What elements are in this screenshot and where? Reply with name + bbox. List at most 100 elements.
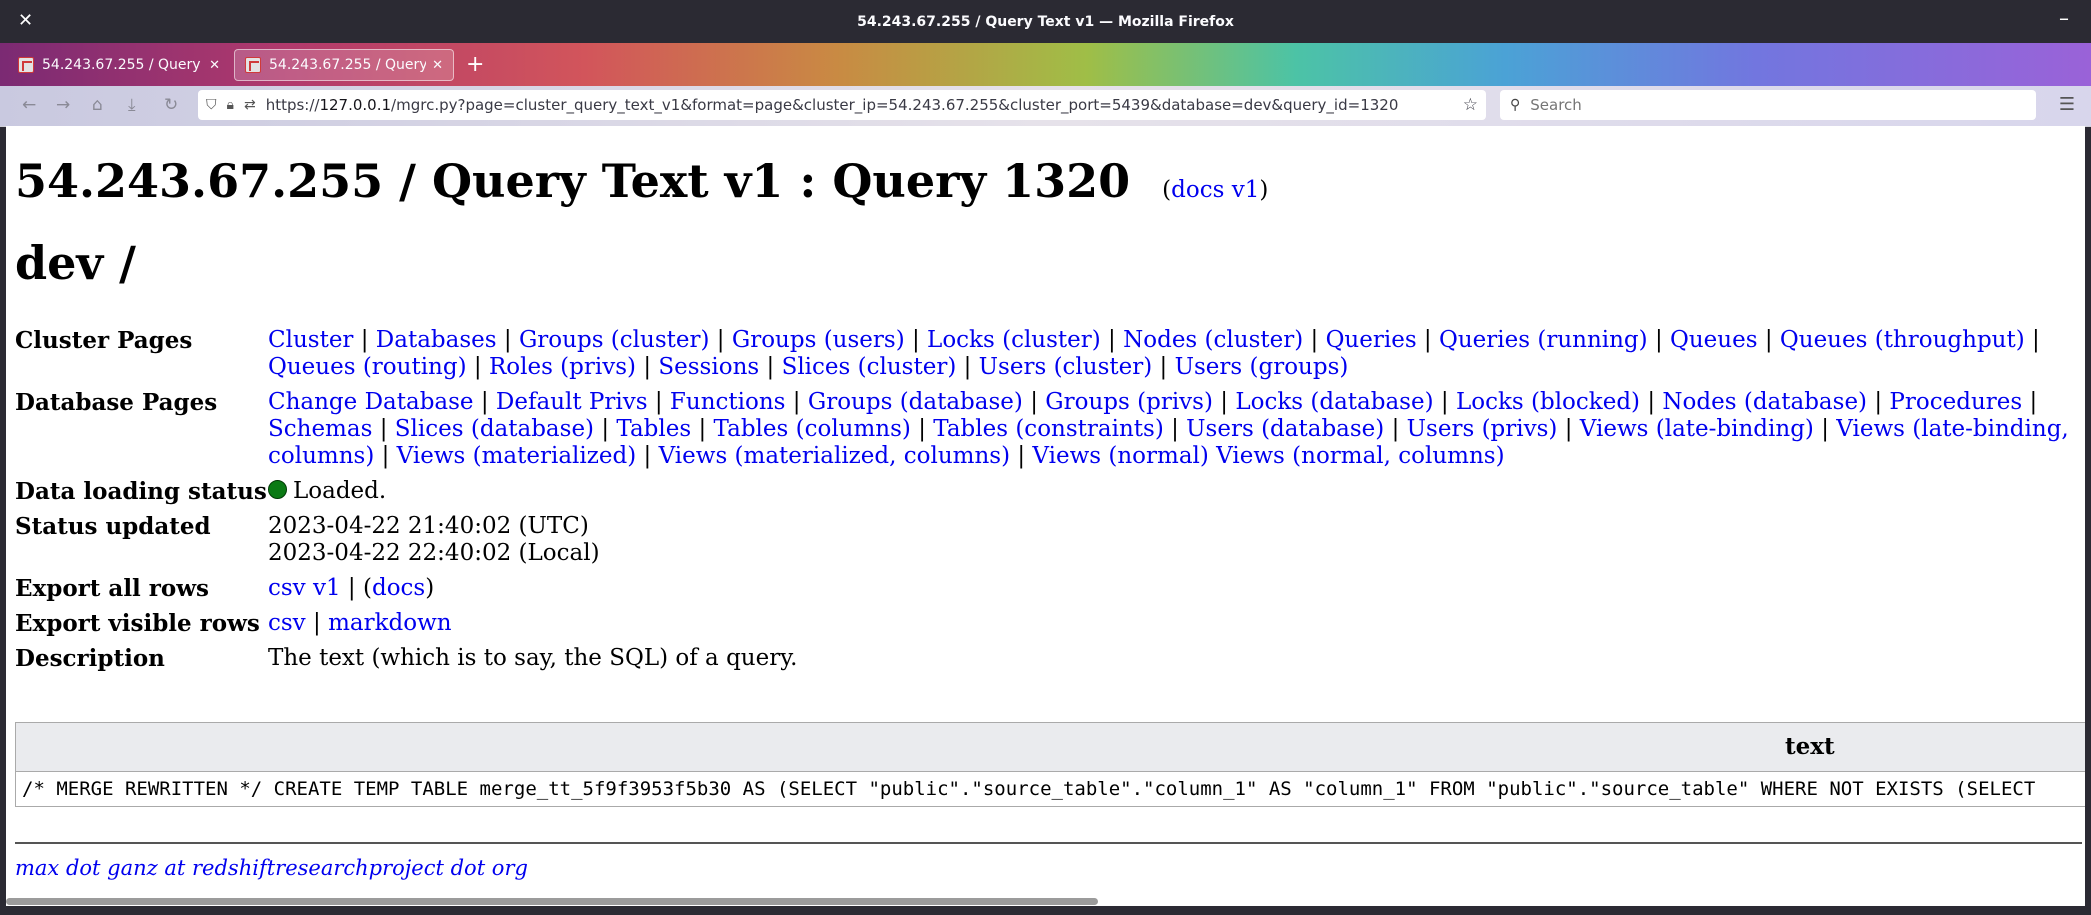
database-page-link[interactable]: Views (materialized, columns) xyxy=(659,443,1010,469)
database-page-link[interactable]: Functions xyxy=(670,389,786,415)
link-separator: | xyxy=(496,327,519,353)
link-separator: | xyxy=(956,354,979,380)
tab-label: 54.243.67.255 / Query Text v1 xyxy=(269,57,427,73)
status-local: 2023-04-22 22:40:02 (Local) xyxy=(268,540,600,566)
lock-icon[interactable]: 🔒︎ xyxy=(227,97,234,113)
cluster-page-link[interactable]: Queues (routing) xyxy=(268,354,467,380)
database-page-link[interactable]: Change Database xyxy=(268,389,474,415)
export-all-label: Export all rows xyxy=(15,575,210,602)
loading-status-value: Loaded. xyxy=(293,478,387,504)
link-separator: | xyxy=(466,354,489,380)
link-separator: | xyxy=(1557,416,1580,442)
link-separator: | xyxy=(1212,389,1236,415)
hamburger-menu-icon[interactable]: ☰ xyxy=(2059,94,2075,115)
home-icon[interactable]: ⌂ xyxy=(92,95,103,115)
database-page-link[interactable]: Tables xyxy=(616,416,691,442)
export-visible-csv-link[interactable]: csv xyxy=(268,610,306,636)
cluster-page-link[interactable]: Cluster xyxy=(268,327,353,353)
cluster-page-link[interactable]: Groups (cluster) xyxy=(519,327,710,353)
link-separator: | xyxy=(636,354,659,380)
cluster-page-link[interactable]: Users (cluster) xyxy=(979,354,1153,380)
back-icon[interactable]: ← xyxy=(22,95,36,115)
permissions-icon[interactable]: ⇄ xyxy=(244,97,256,113)
database-page-link[interactable]: Procedures xyxy=(1889,389,2022,415)
docs-v1-link[interactable]: docs v1 xyxy=(1171,177,1259,203)
horizontal-scrollbar[interactable] xyxy=(6,898,1098,905)
link-separator: | xyxy=(1757,327,1780,353)
close-tab-icon[interactable]: ✕ xyxy=(432,58,443,73)
export-docs-link[interactable]: docs xyxy=(372,575,425,601)
database-page-link[interactable]: Default Privs xyxy=(496,389,648,415)
search-input[interactable] xyxy=(1528,95,2013,115)
column-header-text[interactable]: text xyxy=(1785,733,1835,760)
cluster-page-link[interactable]: Queues (throughput) xyxy=(1780,327,2025,353)
link-separator: | xyxy=(691,416,714,442)
cluster-page-link[interactable]: Nodes (cluster) xyxy=(1123,327,1303,353)
reload-icon[interactable]: ↻ xyxy=(164,95,178,115)
new-tab-icon[interactable]: + xyxy=(466,52,484,77)
close-tab-icon[interactable]: ✕ xyxy=(209,58,220,73)
cluster-page-link[interactable]: Roles (privs) xyxy=(489,354,636,380)
database-page-link[interactable]: Slices (database) xyxy=(395,416,594,442)
cluster-page-link[interactable]: Slices (cluster) xyxy=(782,354,957,380)
cluster-page-link[interactable]: Sessions xyxy=(658,354,759,380)
tab-1[interactable]: 54.243.67.255 / Query Text v1 ✕ xyxy=(8,49,230,81)
export-visible-markdown-link[interactable]: markdown xyxy=(328,610,452,636)
database-page-link[interactable]: Views (late-binding) xyxy=(1580,416,1814,442)
link-separator: | xyxy=(1867,389,1890,415)
link-separator: | xyxy=(1303,327,1326,353)
cluster-page-link[interactable]: Databases xyxy=(376,327,497,353)
description-value: The text (which is to say, the SQL) of a… xyxy=(268,645,798,671)
downloads-icon[interactable]: ⤓ xyxy=(128,95,136,115)
database-page-link[interactable]: Nodes (database) xyxy=(1662,389,1867,415)
shield-icon[interactable]: ⛉ xyxy=(206,97,217,113)
tab-label: 54.243.67.255 / Query Text v1 xyxy=(42,57,203,73)
database-page-link[interactable]: Locks (blocked) xyxy=(1456,389,1640,415)
export-csv-v1-link[interactable]: csv v1 xyxy=(268,575,341,601)
status-utc: 2023-04-22 21:40:02 (UTC) xyxy=(268,513,589,539)
url-bar[interactable]: ⛉ 🔒︎ ⇄ https://127.0.0.1/mgrc.py?page=cl… xyxy=(198,90,1486,120)
link-separator: | xyxy=(709,327,732,353)
table-row: /* MERGE REWRITTEN */ CREATE TEMP TABLE … xyxy=(22,778,2036,800)
database-pages-label: Database Pages xyxy=(15,389,218,416)
forward-icon[interactable]: → xyxy=(56,95,70,115)
tab-2-active[interactable]: 54.243.67.255 / Query Text v1 ✕ xyxy=(234,49,454,81)
database-page-link[interactable]: Views (materialized) xyxy=(397,443,637,469)
cluster-page-link[interactable]: Locks (cluster) xyxy=(927,327,1101,353)
page-favicon-icon xyxy=(245,57,261,73)
url-text[interactable]: https://127.0.0.1/mgrc.py?page=cluster_q… xyxy=(266,96,1455,114)
database-page-link[interactable]: Tables (constraints) xyxy=(933,416,1164,442)
link-separator: | xyxy=(374,443,397,469)
cluster-page-link[interactable]: Groups (users) xyxy=(732,327,905,353)
minimize-icon[interactable]: – xyxy=(2059,6,2069,30)
loading-status-label: Data loading status xyxy=(15,478,267,505)
cluster-page-link[interactable]: Users (groups) xyxy=(1175,354,1349,380)
link-separator: | xyxy=(1100,327,1124,353)
cluster-page-link[interactable]: Queries xyxy=(1326,327,1417,353)
database-page-link[interactable]: Users (database) xyxy=(1186,416,1384,442)
description-label: Description xyxy=(15,645,165,672)
database-page-link[interactable]: Groups (database) xyxy=(808,389,1023,415)
close-window-icon[interactable]: ✕ xyxy=(18,10,33,31)
database-page-link[interactable]: Schemas xyxy=(268,416,372,442)
cluster-page-link[interactable]: Queues xyxy=(1670,327,1758,353)
table-header: text xyxy=(16,723,2085,772)
contact-email-link[interactable]: max dot ganz at redshiftresearchproject … xyxy=(15,856,528,880)
page-content: 54.243.67.255 / Query Text v1 : Query 13… xyxy=(6,126,2085,906)
link-separator: | xyxy=(1416,327,1439,353)
export-visible-label: Export visible rows xyxy=(15,610,260,637)
cluster-page-link[interactable]: Queries (running) xyxy=(1439,327,1648,353)
bookmark-star-icon[interactable]: ☆ xyxy=(1463,95,1478,115)
search-box[interactable]: ⚲ xyxy=(1500,90,2036,120)
database-page-link[interactable]: Locks (database) xyxy=(1235,389,1433,415)
footer-divider xyxy=(15,842,2082,844)
link-separator: | xyxy=(647,389,670,415)
link-separator: | xyxy=(473,389,496,415)
database-page-link[interactable]: Groups (privs) xyxy=(1045,389,1213,415)
link-separator: | xyxy=(910,416,934,442)
link-separator: | xyxy=(904,327,928,353)
database-page-link[interactable]: Tables (columns) xyxy=(714,416,911,442)
database-pages-links: Change Database | Default Privs | Functi… xyxy=(268,384,2076,473)
database-page-link[interactable]: Views (normal) Views (normal, columns) xyxy=(1032,443,1504,469)
database-page-link[interactable]: Users (privs) xyxy=(1407,416,1558,442)
